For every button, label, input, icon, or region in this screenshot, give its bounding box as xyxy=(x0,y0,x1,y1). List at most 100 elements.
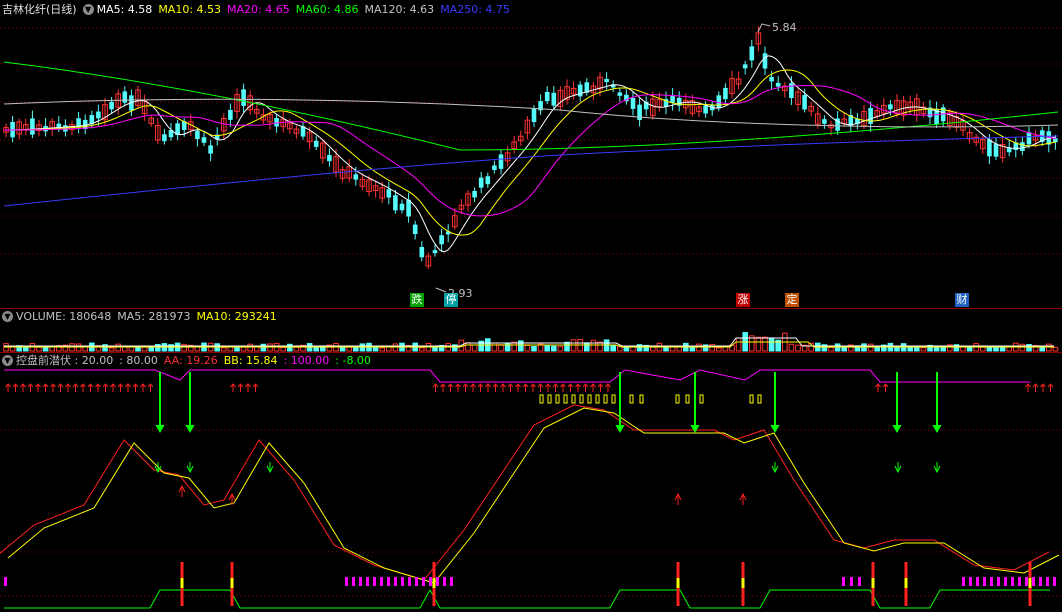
candle-body xyxy=(498,154,504,169)
volume-bar xyxy=(867,343,874,352)
candle-body xyxy=(993,143,999,157)
signal-bar xyxy=(976,577,979,586)
volume-bar xyxy=(874,346,881,352)
sell-arrow-icon xyxy=(894,462,902,474)
candle-body xyxy=(201,137,207,143)
sell-arrow-icon xyxy=(615,424,625,434)
volume-bar xyxy=(240,346,247,352)
volume-bar xyxy=(181,343,187,352)
candle-body xyxy=(749,46,755,61)
candle-body xyxy=(723,87,728,100)
volume-bar xyxy=(498,344,504,352)
volume-bar xyxy=(768,337,775,352)
candlestick-series[interactable] xyxy=(3,23,1058,293)
signal-bar xyxy=(969,577,972,586)
buy-arrow-icon xyxy=(537,383,544,392)
volume-bar xyxy=(339,347,346,352)
candle-body xyxy=(241,89,246,106)
signal-box xyxy=(699,394,704,404)
candle-body xyxy=(742,64,748,69)
buy-signal-marker xyxy=(180,578,184,588)
candle-body xyxy=(637,104,642,121)
signal-bar xyxy=(1025,577,1028,586)
volume-bar xyxy=(564,341,570,352)
buy-arrow-icon xyxy=(882,383,889,392)
volume-bar xyxy=(135,347,141,352)
candle-body xyxy=(670,95,675,103)
candle-body xyxy=(478,177,484,188)
signal-bar xyxy=(858,577,861,586)
candle-body xyxy=(1020,142,1025,152)
candle-body xyxy=(96,111,101,119)
volume-bar xyxy=(716,347,722,352)
volume-bar xyxy=(379,347,385,352)
volume-bar xyxy=(993,346,999,352)
buy-arrow-icon xyxy=(72,383,79,392)
buy-arrow-icon xyxy=(597,383,604,392)
candle-body xyxy=(353,174,359,180)
indicator-series xyxy=(0,369,1060,609)
event-tag-limit-down[interactable]: 跌 xyxy=(410,293,424,307)
volume-bar xyxy=(1026,344,1032,352)
buy-arrow-icon xyxy=(455,383,461,392)
signal-bar xyxy=(1011,577,1014,586)
event-tag-limit-up[interactable]: 涨 xyxy=(736,293,750,307)
buy-arrow-icon xyxy=(117,383,124,392)
volume-bar xyxy=(788,343,795,352)
signal-bar xyxy=(408,577,411,586)
candle-body xyxy=(492,165,497,171)
candle-body xyxy=(802,95,807,110)
buy-arrow-icon xyxy=(462,383,469,392)
sell-arrow-icon xyxy=(933,462,941,474)
signal-box xyxy=(587,394,592,404)
event-tag-financial-report[interactable]: 财 xyxy=(955,293,969,307)
candle-body xyxy=(412,224,418,235)
volume-bar xyxy=(735,337,742,352)
buy-signal-marker xyxy=(1028,578,1032,588)
event-tag-suspend[interactable]: 停 xyxy=(444,293,458,307)
signal-bar xyxy=(401,577,404,586)
volume-bar xyxy=(115,343,122,352)
event-tag-placement[interactable]: 定 xyxy=(785,293,799,307)
sell-arrow-icon xyxy=(266,462,274,474)
buy-arrow-icon xyxy=(230,383,236,392)
signal-box xyxy=(571,394,576,404)
buy-arrow-icon xyxy=(500,383,506,392)
low-pointer xyxy=(435,287,447,293)
signal-bar xyxy=(1046,577,1049,586)
volume-bar xyxy=(148,347,154,352)
volume-bar xyxy=(293,346,300,352)
buy-arrow-icon xyxy=(590,383,596,392)
candle-body xyxy=(822,119,827,124)
volume-bar xyxy=(141,346,148,352)
candle-body xyxy=(775,82,781,87)
buy-arrow-icon xyxy=(1047,383,1054,392)
buy-arrow-icon xyxy=(237,383,244,392)
volume-bar xyxy=(155,344,161,352)
volume-bar xyxy=(986,346,993,352)
sell-arrow-icon xyxy=(185,424,195,434)
signal-bar xyxy=(394,577,397,586)
sell-arrow-icon xyxy=(771,462,779,474)
signal-bar xyxy=(380,577,383,586)
volume-bar xyxy=(980,346,986,352)
buy-arrow-icon xyxy=(20,383,26,392)
candle-body xyxy=(789,83,794,99)
buy-signal-marker xyxy=(230,578,234,588)
buy-arrow-icon xyxy=(110,383,116,392)
candle-body xyxy=(868,107,873,124)
volume-bar xyxy=(828,346,834,352)
buy-arrow-icon xyxy=(35,383,41,392)
buy-signal-marker xyxy=(432,578,436,588)
buy-arrow-icon xyxy=(147,383,154,392)
volume-bar xyxy=(933,346,940,352)
buy-arrow-icon xyxy=(470,383,476,392)
buy-arrow-icon xyxy=(485,383,491,392)
buy-arrow-icon xyxy=(875,383,881,392)
buy-arrow-icon xyxy=(560,383,566,392)
volume-bar xyxy=(287,343,293,352)
buy-arrow-icon xyxy=(447,383,454,392)
buy-arrow-icon xyxy=(530,383,536,392)
buy-arrow-icon xyxy=(80,383,86,392)
chart-canvas[interactable]: 5.84 2.93 xyxy=(0,0,1062,612)
